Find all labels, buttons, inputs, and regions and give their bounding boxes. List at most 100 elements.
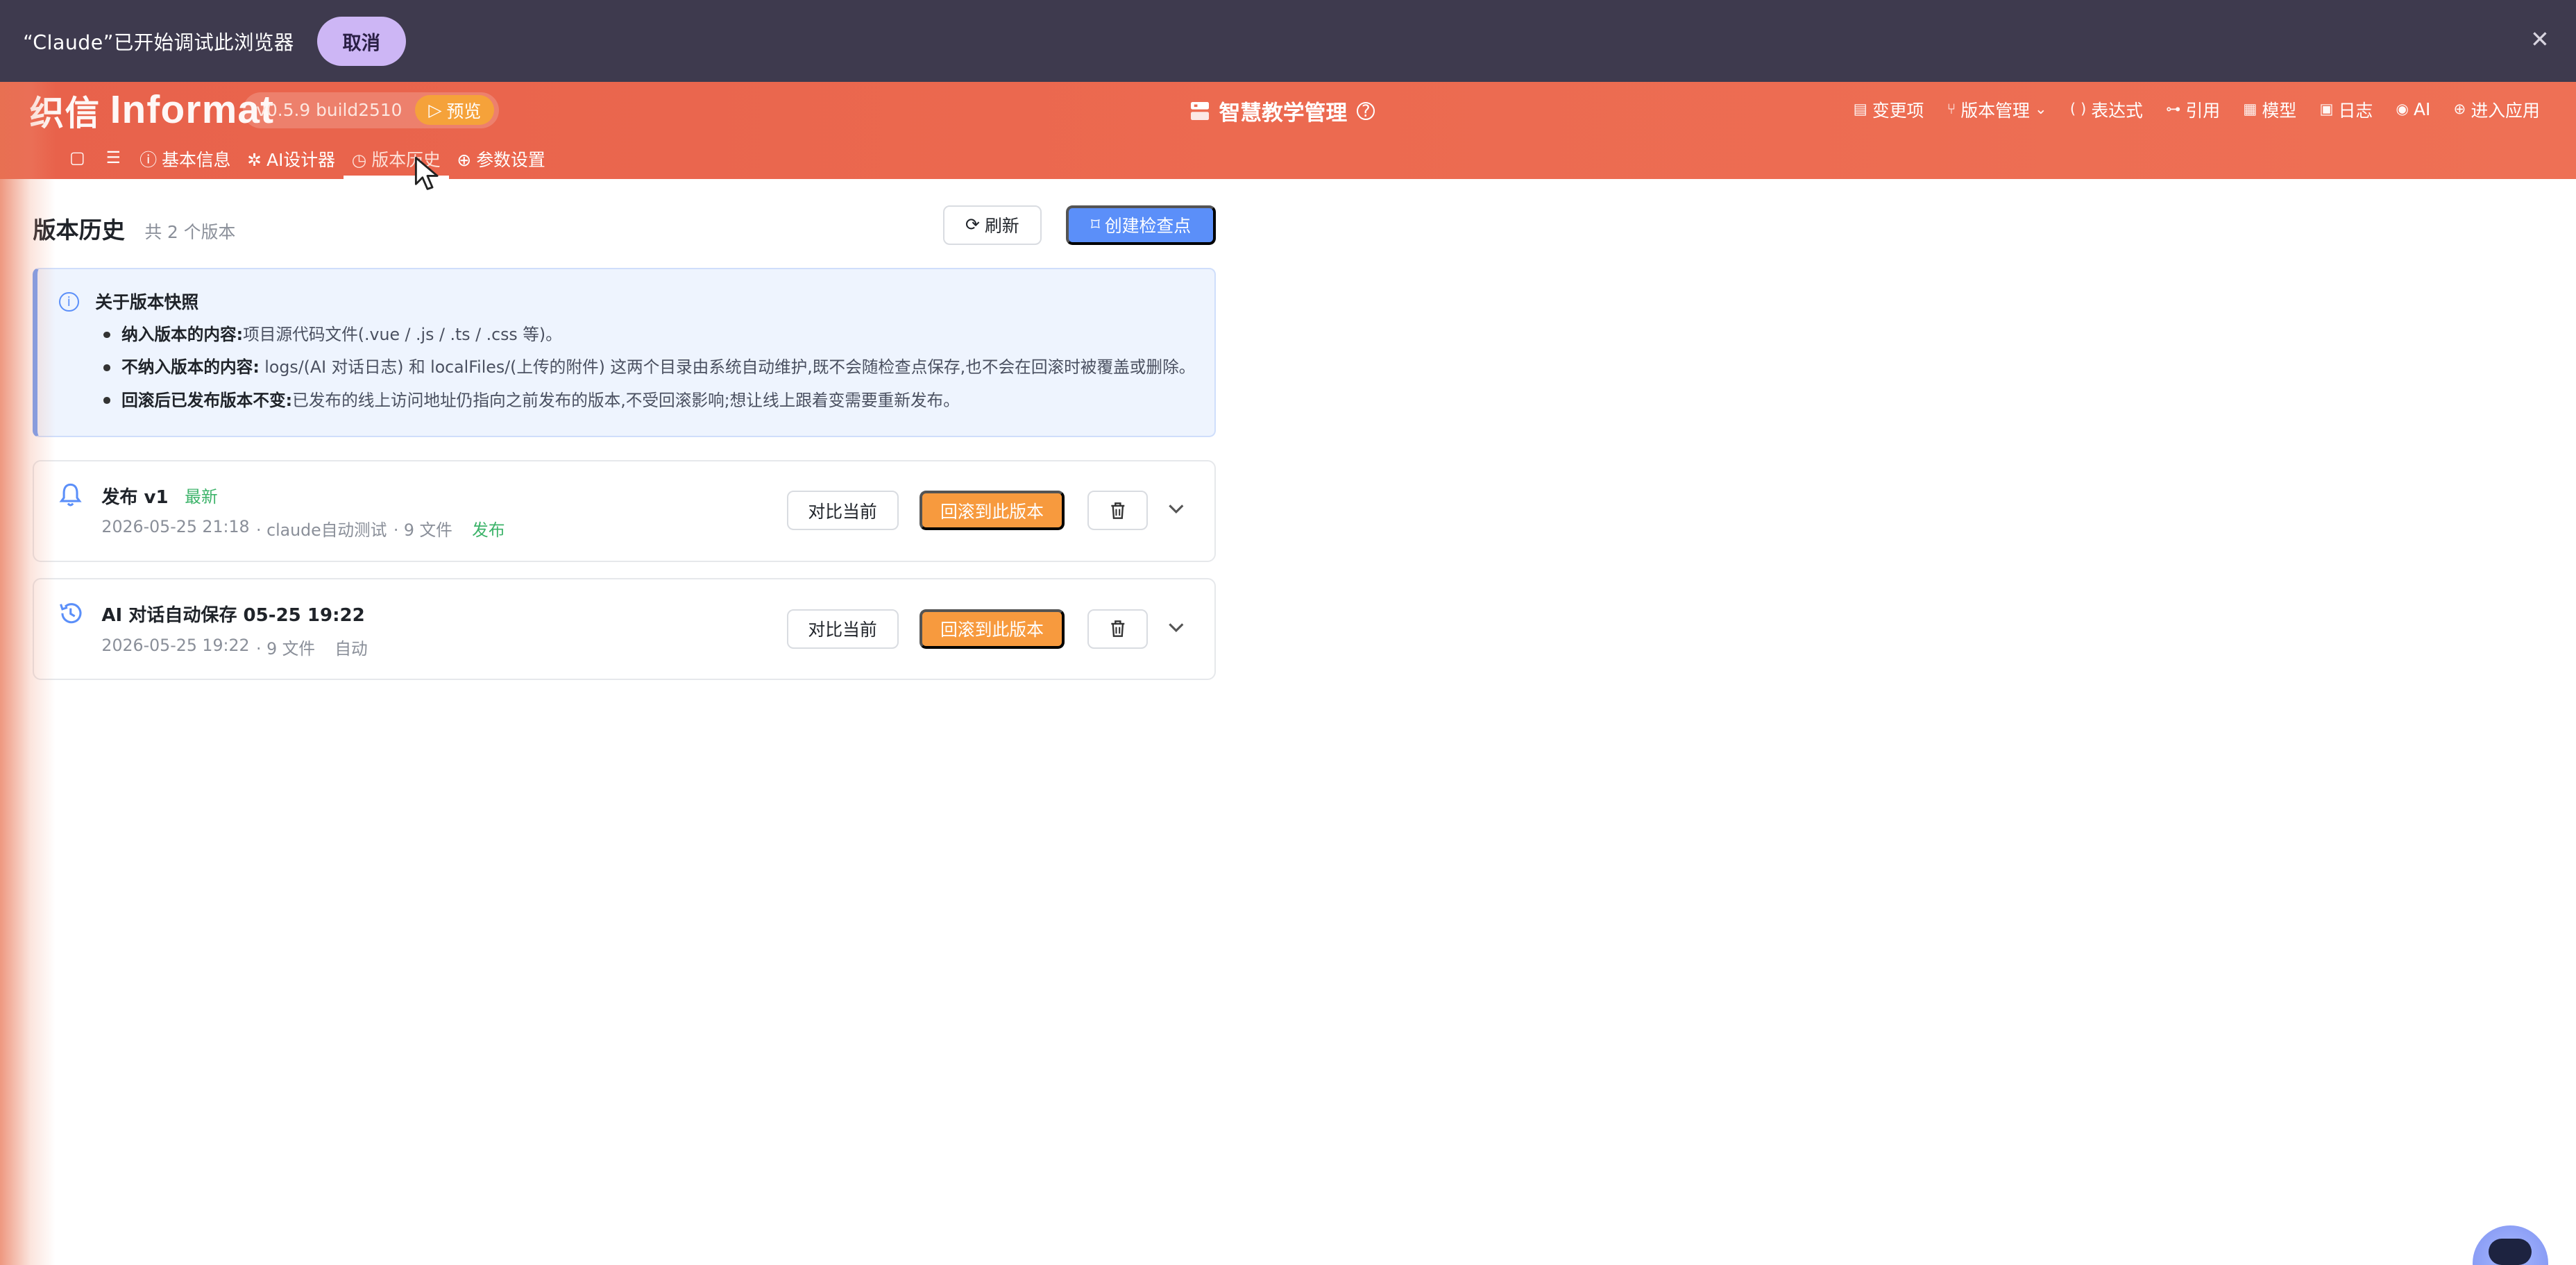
version-title-text: 发布 v1: [101, 486, 169, 508]
info-item-text: 已发布的线上访问地址仍指向之前发布的版本,不受回滚影响;想让线上跟着变需要重新发…: [292, 390, 960, 410]
version-tag: 自动: [334, 638, 368, 659]
ai-assistant-icon[interactable]: [2472, 1225, 2548, 1265]
version-pill: v0.5.9 build2510 ▷ 预览: [243, 92, 500, 128]
top-actions: ▤ 变更项 ⑂ 版本管理 ⌄ ( ) 表达式 ⊶ 引用 ▦ 模型 ▣ 日志 ◉ AI ⊕ 进入应用: [1854, 97, 2540, 122]
main-content: 版本历史 共 2 个版本 ⟳ 刷新 ⌑ 创建检查点 i 关于版本快照 纳入版本的…: [33, 179, 1216, 681]
bell-icon: [57, 483, 83, 513]
info-item: 纳入版本的内容:项目源代码文件(.vue / .js / .ts / .css …: [103, 323, 1195, 356]
tab-label: 参数设置: [476, 150, 545, 171]
app-header: 织信 Informat v0.5.9 build2510 ▷ 预览 智慧教学管理…: [0, 82, 2576, 180]
history-icon: ◷: [351, 150, 367, 171]
version-title-text: AI 对话自动保存 05-25 19:22: [101, 605, 365, 627]
tab-parameters[interactable]: ⊕ 参数设置: [449, 148, 554, 179]
info-item: 回滚后已发布版本不变:已发布的线上访问地址仍指向之前发布的版本,不受回滚影响;想…: [103, 389, 1195, 422]
page-header: 版本历史 共 2 个版本 ⟳ 刷新 ⌑ 创建检查点: [33, 179, 1216, 274]
rollback-button[interactable]: 回滚到此版本: [920, 491, 1065, 531]
cancel-debug-button[interactable]: 取消: [316, 16, 406, 66]
note-icon[interactable]: ▢: [59, 148, 95, 167]
action-label: 进入应用: [2471, 100, 2540, 121]
action-label: 变更项: [1872, 100, 1924, 121]
preview-button[interactable]: ▷ 预览: [415, 95, 495, 125]
outline-icon[interactable]: ☰: [95, 148, 131, 167]
history-icon: [57, 601, 83, 631]
info-item: 不纳入版本的内容: logs/(AI 对话日志) 和 localFiles/(上…: [103, 356, 1195, 389]
version-files: · 9 文件: [393, 520, 452, 541]
action-label: 模型: [2262, 100, 2297, 121]
version-files: · 9 文件: [256, 638, 315, 659]
delete-button[interactable]: [1087, 491, 1149, 531]
braces-icon: ( ): [2069, 101, 2087, 119]
info-list: 纳入版本的内容:项目源代码文件(.vue / .js / .ts / .css …: [103, 323, 1195, 422]
branch-icon: ⑂: [1947, 101, 1956, 119]
action-version-manage[interactable]: ⑂ 版本管理 ⌄: [1947, 97, 2047, 122]
page-title: 版本历史: [33, 217, 125, 244]
action-label: 表达式: [2091, 100, 2143, 121]
info-item-bold: 不纳入版本的内容:: [121, 357, 260, 377]
globe-icon: ⊕: [457, 150, 472, 171]
designer-icon: ✲: [247, 150, 262, 171]
help-icon[interactable]: ?: [1357, 101, 1375, 121]
chevron-down-icon[interactable]: [1164, 494, 1187, 524]
info-item-bold: 回滚后已发布版本不变:: [121, 390, 293, 410]
tab-ai-designer[interactable]: ✲ AI设计器: [239, 148, 343, 179]
chevron-down-icon: ⌄: [2034, 101, 2047, 119]
version-title: AI 对话自动保存 05-25 19:22: [101, 601, 364, 627]
tab-label: 基本信息: [162, 150, 231, 171]
action-expression[interactable]: ( ) 表达式: [2070, 97, 2143, 122]
debug-banner: “Claude”已开始调试此浏览器 取消 ✕: [0, 0, 2576, 83]
action-label: 版本管理: [1960, 100, 2030, 121]
delete-button[interactable]: [1087, 609, 1149, 649]
enter-icon: ⊕: [2453, 101, 2466, 119]
action-ai[interactable]: ◉ AI: [2396, 99, 2430, 119]
version-meta: 2026-05-25 21:18 · claude自动测试 · 9 文件 发布: [101, 517, 505, 541]
robot-face-icon: [2489, 1238, 2532, 1265]
close-icon[interactable]: ✕: [2528, 28, 2551, 51]
refresh-icon: ⟳: [965, 216, 980, 235]
tab-basic-info[interactable]: ⓘ 基本信息: [131, 148, 239, 179]
refresh-button[interactable]: ⟳ 刷新: [942, 205, 1042, 245]
version-time: 2026-05-25 19:22: [101, 635, 250, 655]
user-circle-icon: ◉: [2396, 101, 2409, 119]
reference-icon: ⊶: [2166, 101, 2181, 119]
info-icon: i: [59, 292, 79, 312]
sub-nav: ▢ ☰ ⓘ 基本信息 ✲ AI设计器 ◷ 版本历史 ⊕ 参数设置: [59, 148, 554, 180]
version-card: 发布 v1 最新 2026-05-25 21:18 · claude自动测试 ·…: [33, 459, 1216, 562]
table-icon: ▦: [2243, 101, 2257, 119]
bookmark-icon: ⌑: [1091, 216, 1100, 235]
version-tag: 发布: [472, 520, 505, 541]
version-text: v0.5.9 build2510: [256, 100, 402, 121]
action-model[interactable]: ▦ 模型: [2243, 97, 2296, 122]
preview-label: 预览: [446, 101, 482, 121]
trash-icon: [1111, 620, 1125, 638]
logo: 织信 Informat: [30, 87, 275, 133]
version-time: 2026-05-25 21:18: [101, 517, 250, 537]
action-label: 日志: [2338, 100, 2373, 121]
tab-label: AI设计器: [266, 150, 335, 171]
info-item-bold: 纳入版本的内容:: [121, 324, 244, 344]
compare-button[interactable]: 对比当前: [786, 491, 899, 531]
chevron-down-icon[interactable]: [1164, 613, 1187, 643]
version-card: AI 对话自动保存 05-25 19:22 2026-05-25 19:22 ·…: [33, 578, 1216, 681]
list-icon: ▤: [1853, 101, 1867, 119]
action-log[interactable]: ▣ 日志: [2319, 97, 2373, 122]
action-enter-app[interactable]: ⊕ 进入应用: [2454, 97, 2540, 122]
create-checkpoint-button[interactable]: ⌑ 创建检查点: [1066, 205, 1216, 245]
version-meta: 2026-05-25 19:22 · 9 文件 自动: [101, 636, 367, 659]
logo-cn: 织信: [29, 92, 101, 133]
action-reference[interactable]: ⊶ 引用: [2166, 97, 2220, 122]
version-author: · claude自动测试: [256, 520, 387, 541]
rollback-button[interactable]: 回滚到此版本: [920, 609, 1065, 649]
version-count: 共 2 个版本: [144, 221, 236, 242]
compare-button[interactable]: 对比当前: [786, 609, 899, 649]
app-title-text: 智慧教学管理: [1219, 101, 1348, 126]
info-icon: ⓘ: [139, 150, 158, 171]
action-changes[interactable]: ▤ 变更项: [1854, 97, 1924, 122]
info-item-text: 项目源代码文件(.vue / .js / .ts / .css 等)。: [243, 324, 562, 344]
app-icon: [1191, 101, 1210, 120]
debug-message: “Claude”已开始调试此浏览器: [23, 31, 294, 54]
log-icon: ▣: [2319, 101, 2334, 119]
version-title: 发布 v1 最新: [101, 483, 217, 509]
trash-icon: [1111, 502, 1125, 519]
action-label: 引用: [2185, 100, 2221, 121]
snapshot-info-box: i 关于版本快照 纳入版本的内容:项目源代码文件(.vue / .js / .t…: [33, 267, 1216, 437]
